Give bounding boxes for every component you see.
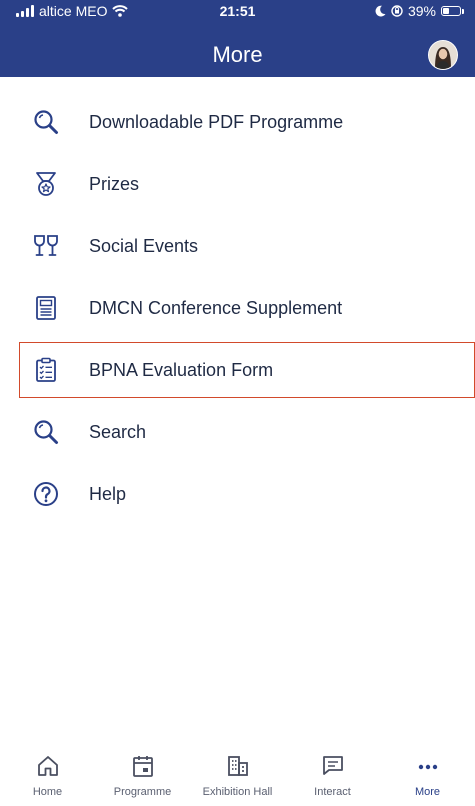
moon-icon bbox=[375, 5, 386, 17]
search-icon bbox=[34, 420, 58, 444]
home-icon bbox=[37, 756, 58, 776]
building-icon bbox=[227, 756, 248, 776]
avatar[interactable] bbox=[428, 40, 458, 70]
tab-label: More bbox=[414, 786, 441, 798]
clipboard-checklist-icon bbox=[36, 357, 56, 382]
more-icon bbox=[418, 764, 437, 770]
tab-interact[interactable]: Interact bbox=[285, 752, 380, 806]
tab-exhibition-hall[interactable]: Exhibition Hall bbox=[190, 752, 285, 806]
document-icon bbox=[36, 296, 56, 320]
tab-label: Programme bbox=[113, 786, 172, 798]
menu-item-social-events[interactable]: Social Events bbox=[20, 218, 475, 274]
menu-item-label: Social Events bbox=[89, 235, 199, 256]
glasses-icon bbox=[34, 235, 58, 256]
chat-icon bbox=[322, 756, 343, 775]
menu-item-label: Search bbox=[89, 421, 147, 442]
menu-item-prizes[interactable]: Prizes bbox=[20, 156, 475, 212]
menu-item-pdf-programme[interactable]: Downloadable PDF Programme bbox=[20, 94, 475, 150]
orientation-lock-icon bbox=[391, 5, 403, 17]
help-icon bbox=[34, 482, 58, 506]
tab-bar: Home Programme Exhibition Hall Interact … bbox=[0, 752, 475, 806]
tab-more[interactable]: More bbox=[380, 752, 475, 806]
page-title: More bbox=[212, 42, 263, 67]
tab-programme[interactable]: Programme bbox=[95, 752, 190, 806]
menu-item-dmcn-supplement[interactable]: DMCN Conference Supplement bbox=[20, 280, 475, 336]
menu-item-bpna-evaluation-form[interactable]: BPNA Evaluation Form bbox=[19, 342, 475, 398]
menu-item-label: BPNA Evaluation Form bbox=[89, 359, 274, 380]
menu-item-label: Help bbox=[89, 483, 127, 504]
battery-icon bbox=[441, 6, 464, 16]
menu-item-label: DMCN Conference Supplement bbox=[89, 297, 343, 318]
search-icon bbox=[34, 110, 58, 134]
medal-icon bbox=[36, 172, 56, 196]
profile-photo-icon bbox=[429, 41, 457, 69]
menu-item-help[interactable]: Help bbox=[20, 466, 475, 522]
tab-label: Exhibition Hall bbox=[202, 786, 273, 798]
menu-item-search[interactable]: Search bbox=[20, 404, 475, 460]
header: altice MEO 21:51 39% More bbox=[0, 0, 475, 77]
battery-percent: 39% bbox=[407, 3, 436, 19]
tab-home[interactable]: Home bbox=[0, 752, 95, 806]
tab-label: Home bbox=[32, 786, 63, 798]
menu-item-label: Downloadable PDF Programme bbox=[89, 111, 344, 132]
status-bar: altice MEO 21:51 39% bbox=[0, 0, 475, 22]
tab-label: Interact bbox=[314, 786, 351, 798]
calendar-icon bbox=[132, 756, 153, 777]
status-right: 39% bbox=[375, 3, 464, 19]
menu-item-label: Prizes bbox=[89, 173, 140, 194]
